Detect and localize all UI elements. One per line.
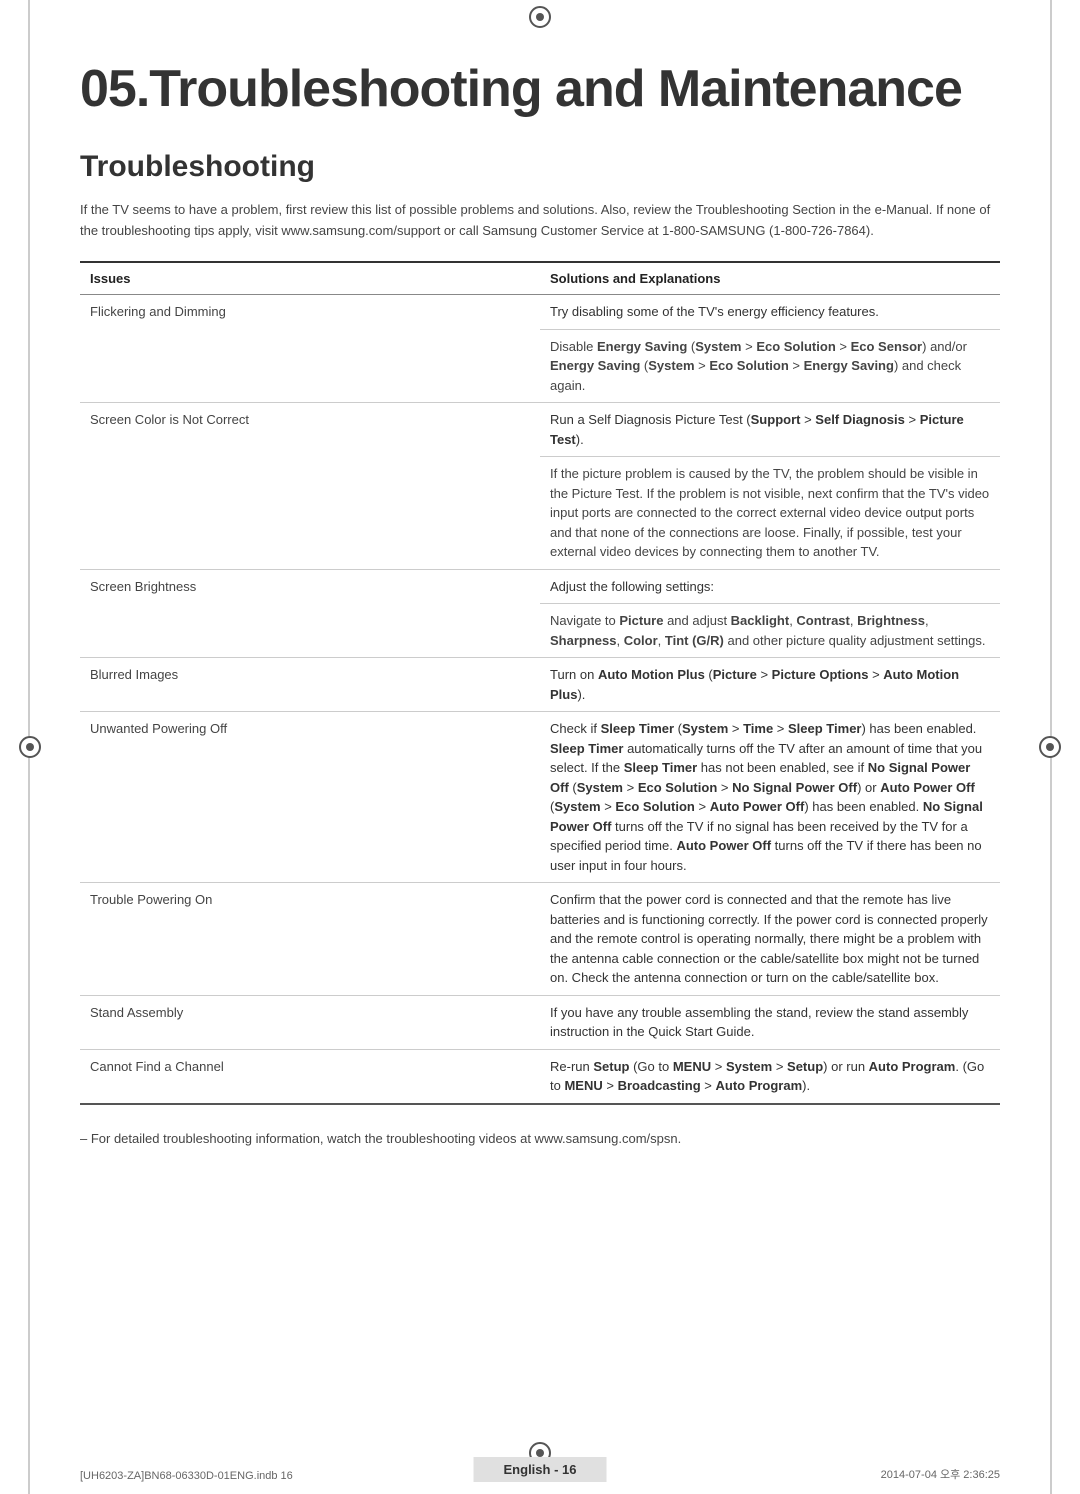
solution-cell: If the picture problem is caused by the … xyxy=(540,457,1000,570)
issue-cell: Flickering and Dimming xyxy=(80,295,540,403)
intro-paragraph: If the TV seems to have a problem, first… xyxy=(80,200,1000,242)
footer-center: English - 16 xyxy=(474,1457,607,1482)
table-row: Blurred Images Turn on Auto Motion Plus … xyxy=(80,658,1000,712)
table-row: Trouble Powering On Confirm that the pow… xyxy=(80,883,1000,996)
chapter-title: 05.Troubleshooting and Maintenance xyxy=(80,60,1000,120)
table-row: Screen Color is Not Correct Run a Self D… xyxy=(80,403,1000,457)
note-text: – For detailed troubleshooting informati… xyxy=(80,1129,1000,1149)
table-row: Stand Assembly If you have any trouble a… xyxy=(80,995,1000,1049)
solution-cell: Re-run Setup (Go to MENU > System > Setu… xyxy=(540,1049,1000,1104)
table-row: Screen Brightness Adjust the following s… xyxy=(80,569,1000,604)
solution-cell: Check if Sleep Timer (System > Time > Sl… xyxy=(540,712,1000,883)
issue-cell: Screen Brightness xyxy=(80,569,540,658)
page-container: 05.Troubleshooting and Maintenance Troub… xyxy=(0,0,1080,1494)
solution-cell: Navigate to Picture and adjust Backlight… xyxy=(540,604,1000,658)
footer-right: 2014-07-04 오후 2:36:25 xyxy=(881,1466,1000,1482)
footer-left: [UH6203-ZA]BN68-06330D-01ENG.indb 16 xyxy=(80,1470,293,1482)
table-row: Cannot Find a Channel Re-run Setup (Go t… xyxy=(80,1049,1000,1104)
solution-cell: Turn on Auto Motion Plus (Picture > Pict… xyxy=(540,658,1000,712)
solution-cell: Run a Self Diagnosis Picture Test (Suppo… xyxy=(540,403,1000,457)
section-title: Troubleshooting xyxy=(80,150,1000,184)
main-content: 05.Troubleshooting and Maintenance Troub… xyxy=(0,0,1080,1228)
solution-cell: Confirm that the power cord is connected… xyxy=(540,883,1000,996)
issue-cell: Unwanted Powering Off xyxy=(80,712,540,883)
solution-cell: Adjust the following settings: xyxy=(540,569,1000,604)
solution-cell: Try disabling some of the TV's energy ef… xyxy=(540,295,1000,330)
solution-cell: If you have any trouble assembling the s… xyxy=(540,995,1000,1049)
table-row: Flickering and Dimming Try disabling som… xyxy=(80,295,1000,330)
issue-cell: Blurred Images xyxy=(80,658,540,712)
issue-cell: Stand Assembly xyxy=(80,995,540,1049)
issue-cell: Screen Color is Not Correct xyxy=(80,403,540,570)
issue-cell: Trouble Powering On xyxy=(80,883,540,996)
col-header-issues: Issues xyxy=(80,262,540,295)
table-row: Unwanted Powering Off Check if Sleep Tim… xyxy=(80,712,1000,883)
col-header-solutions: Solutions and Explanations xyxy=(540,262,1000,295)
solution-cell: Disable Energy Saving (System > Eco Solu… xyxy=(540,329,1000,403)
issue-cell: Cannot Find a Channel xyxy=(80,1049,540,1104)
troubleshoot-table: Issues Solutions and Explanations Flicke… xyxy=(80,261,1000,1105)
footer: [UH6203-ZA]BN68-06330D-01ENG.indb 16 Eng… xyxy=(0,1434,1080,1494)
